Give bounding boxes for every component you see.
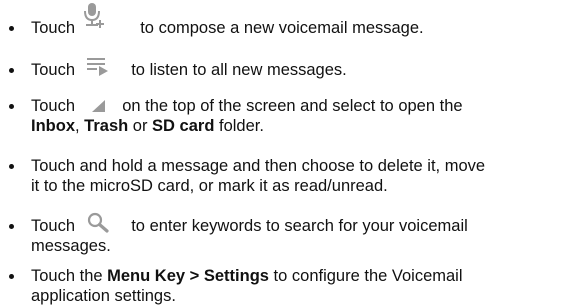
item-line: Touch to listen to all new messages. xyxy=(31,61,347,80)
item-text: folder. xyxy=(214,117,264,135)
item-text: to enter keywords to search for your voi… xyxy=(131,217,468,235)
item-line: Inbox, Trash or SD card folder. xyxy=(31,117,264,136)
bullet-dot xyxy=(9,164,14,169)
bullet-dot xyxy=(9,274,14,279)
folder-sdcard-label: SD card xyxy=(152,117,215,135)
item-text: on the top of the screen and select to o… xyxy=(122,97,463,115)
play-all-icon xyxy=(86,56,110,81)
item-text: or xyxy=(128,117,153,135)
item-text: to compose a new voicemail message. xyxy=(140,19,424,37)
item-text: to configure the Voicemail xyxy=(268,267,463,285)
item-text: Touch the xyxy=(31,267,108,285)
item-text: Touch xyxy=(31,19,76,37)
item-text: , xyxy=(75,117,85,135)
bullet-dot xyxy=(9,104,14,109)
bullet-dot xyxy=(9,224,14,229)
item-text: Touch xyxy=(31,97,76,115)
item-text: to listen to all new messages. xyxy=(131,61,347,79)
item-line: application settings. xyxy=(31,287,176,305)
bullet-dot xyxy=(9,68,14,73)
folder-inbox-label: Inbox xyxy=(31,117,75,135)
item-text: Touch xyxy=(31,217,76,235)
folder-trash-label: Trash xyxy=(84,117,129,135)
folder-dropdown-icon xyxy=(90,98,108,119)
voicemail-compose-icon xyxy=(79,1,109,36)
instruction-list: Touch to compose a new voicemail message… xyxy=(0,0,580,305)
item-line: it to the microSD card, or mark it as re… xyxy=(31,177,388,195)
item-line: Touch the Menu Key > Settings to configu… xyxy=(31,267,463,286)
item-line: messages. xyxy=(31,237,111,255)
bullet-dot xyxy=(9,26,14,31)
item-text: Touch xyxy=(31,61,76,79)
item-line: Touch and hold a message and then choose… xyxy=(31,157,486,175)
menu-settings-label: Menu Key > Settings xyxy=(107,267,269,285)
search-icon xyxy=(86,212,110,239)
